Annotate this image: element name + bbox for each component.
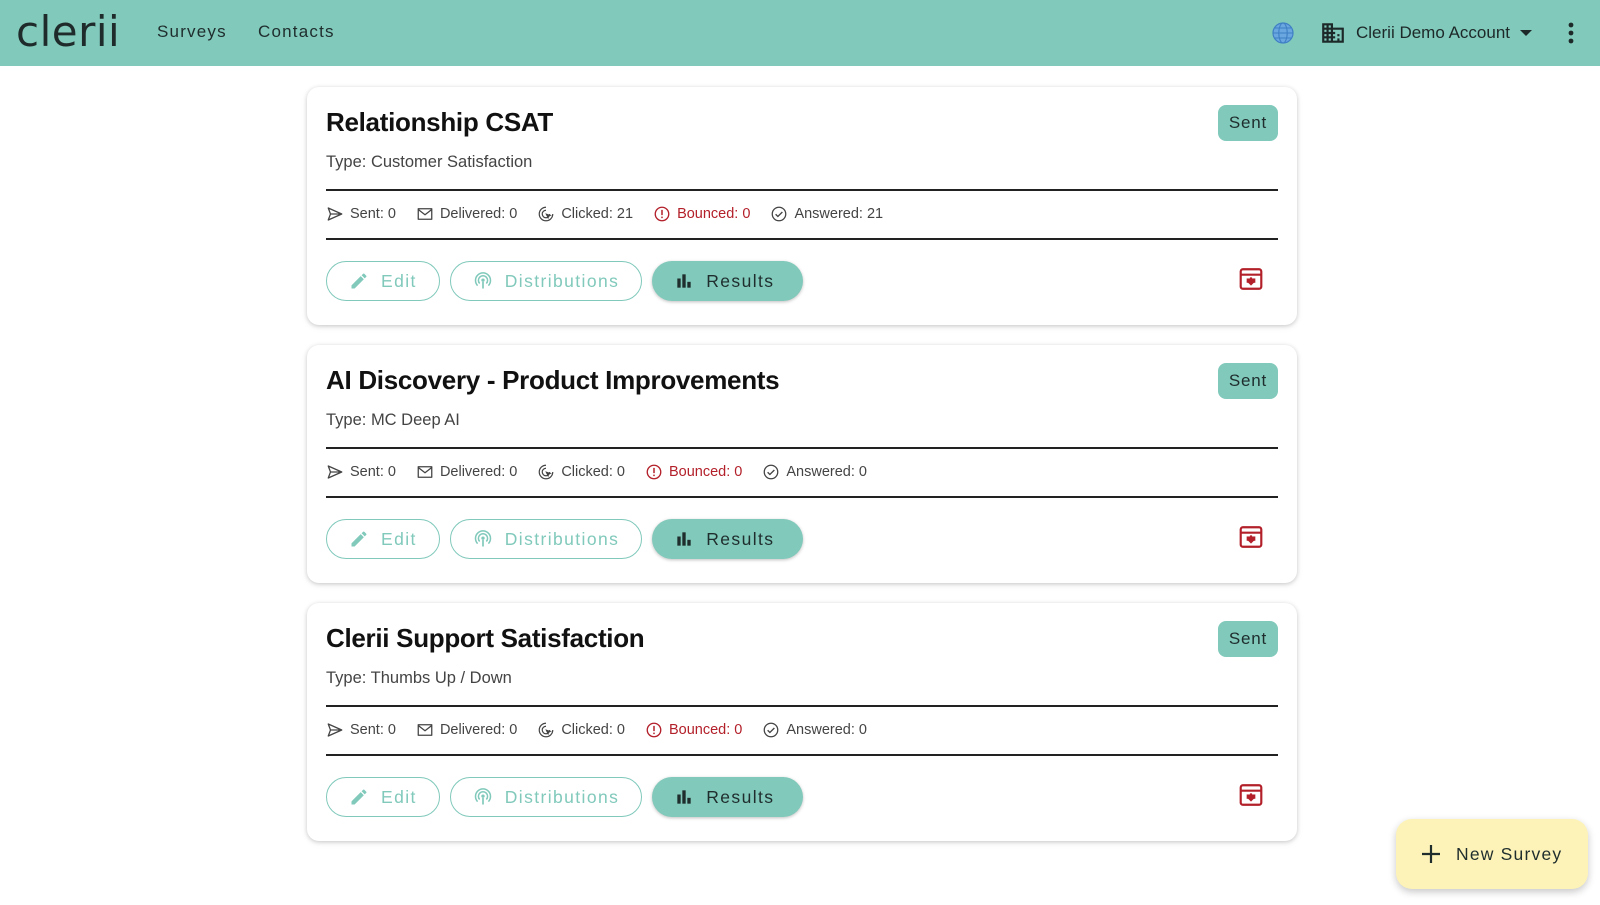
account-name: Clerii Demo Account [1356, 23, 1511, 42]
archive-icon[interactable] [1238, 782, 1264, 808]
edit-button[interactable]: Edit [326, 261, 440, 301]
survey-type: Type: Thumbs Up / Down [326, 669, 512, 687]
stat-sent: Sent: 0 [350, 206, 396, 222]
error-icon [646, 464, 662, 480]
stat-sent: Sent: 0 [350, 722, 396, 738]
stat-answered: Answered: 0 [786, 722, 867, 738]
edit-button[interactable]: Edit [326, 519, 440, 559]
nav-contacts[interactable]: Contacts [258, 22, 335, 42]
broadcast-icon [474, 788, 491, 805]
stat-bounced: Bounced: 0 [677, 206, 751, 222]
edit-label: Edit [381, 270, 417, 291]
check-circle-icon [763, 722, 779, 738]
stat-clicked: Clicked: 21 [561, 206, 634, 222]
survey-type: Type: MC Deep AI [326, 411, 460, 429]
send-icon [327, 207, 343, 221]
click-icon [538, 464, 554, 480]
distributions-button[interactable]: Distributions [449, 777, 643, 817]
app-logo[interactable]: clerii [16, 8, 120, 56]
stat-clicked: Clicked: 0 [561, 464, 625, 480]
broadcast-icon [474, 272, 491, 289]
distributions-button[interactable]: Distributions [449, 261, 643, 301]
top-app-bar: clerii Surveys Contacts Clerii Demo Acco… [0, 0, 1600, 66]
stat-clicked: Clicked: 0 [561, 722, 625, 738]
results-label: Results [706, 786, 775, 807]
stat-delivered: Delivered: 0 [439, 464, 518, 480]
status-badge: Sent [1217, 105, 1278, 141]
divider [326, 447, 1278, 449]
divider [326, 496, 1278, 498]
bar-chart-icon [677, 790, 691, 804]
results-button[interactable]: Results [652, 261, 804, 301]
stat-answered: Answered: 21 [794, 206, 884, 222]
pencil-icon [351, 789, 367, 805]
check-circle-icon [772, 206, 787, 222]
results-label: Results [706, 528, 775, 549]
results-button[interactable]: Results [652, 777, 804, 817]
globe-icon[interactable] [1271, 21, 1295, 45]
survey-card: Relationship CSAT Type: Customer Satisfa… [307, 87, 1297, 325]
stat-delivered: Delivered: 0 [439, 206, 518, 222]
stat-delivered: Delivered: 0 [439, 722, 518, 738]
survey-title[interactable]: Clerii Support Satisfaction [326, 623, 645, 654]
send-icon [327, 465, 343, 479]
new-survey-label: New Survey [1456, 843, 1563, 864]
check-circle-icon [763, 464, 779, 480]
error-icon [646, 722, 662, 738]
bar-chart-icon [677, 532, 691, 546]
error-icon [654, 206, 670, 222]
more-vert-icon[interactable] [1560, 20, 1582, 46]
stat-answered: Answered: 0 [786, 464, 867, 480]
stat-bounced: Bounced: 0 [669, 464, 743, 480]
status-badge: Sent [1217, 363, 1278, 399]
stat-bounced: Bounced: 0 [669, 722, 743, 738]
account-switcher[interactable]: Clerii Demo Account [1320, 18, 1533, 48]
click-icon [538, 722, 554, 738]
divider [326, 189, 1278, 191]
mail-icon [417, 724, 433, 736]
send-icon [327, 723, 343, 737]
distributions-label: Distributions [504, 528, 620, 549]
edit-label: Edit [381, 786, 417, 807]
chevron-down-icon [1520, 30, 1533, 36]
results-label: Results [706, 270, 775, 291]
building-icon [1322, 23, 1344, 43]
broadcast-icon [474, 530, 491, 547]
survey-stats: Sent: 0 Delivered: 0 Clicked: 0 Bounced:… [326, 461, 887, 483]
pencil-icon [351, 531, 367, 547]
distributions-label: Distributions [504, 786, 620, 807]
survey-title[interactable]: Relationship CSAT [326, 107, 553, 138]
archive-icon[interactable] [1238, 524, 1264, 550]
mail-icon [417, 208, 433, 220]
new-survey-button[interactable]: New Survey [1396, 819, 1588, 889]
status-badge: Sent [1217, 621, 1278, 657]
survey-title[interactable]: AI Discovery - Product Improvements [326, 365, 780, 396]
distributions-label: Distributions [504, 270, 620, 291]
archive-icon[interactable] [1238, 266, 1264, 292]
pencil-icon [351, 273, 367, 289]
survey-card: Clerii Support Satisfaction Type: Thumbs… [307, 603, 1297, 841]
divider [326, 754, 1278, 756]
survey-stats: Sent: 0 Delivered: 0 Clicked: 21 Bounced… [326, 203, 903, 225]
distributions-button[interactable]: Distributions [449, 519, 643, 559]
divider [326, 705, 1278, 707]
stat-sent: Sent: 0 [350, 464, 396, 480]
survey-type: Type: Customer Satisfaction [326, 153, 533, 171]
nav-surveys[interactable]: Surveys [157, 22, 227, 42]
results-button[interactable]: Results [652, 519, 804, 559]
edit-button[interactable]: Edit [326, 777, 440, 817]
edit-label: Edit [381, 528, 417, 549]
survey-stats: Sent: 0 Delivered: 0 Clicked: 0 Bounced:… [326, 719, 887, 741]
divider [326, 238, 1278, 240]
survey-card: AI Discovery - Product Improvements Type… [307, 345, 1297, 583]
click-icon [538, 206, 554, 222]
bar-chart-icon [677, 274, 691, 288]
mail-icon [417, 466, 433, 478]
plus-icon [1422, 845, 1440, 863]
